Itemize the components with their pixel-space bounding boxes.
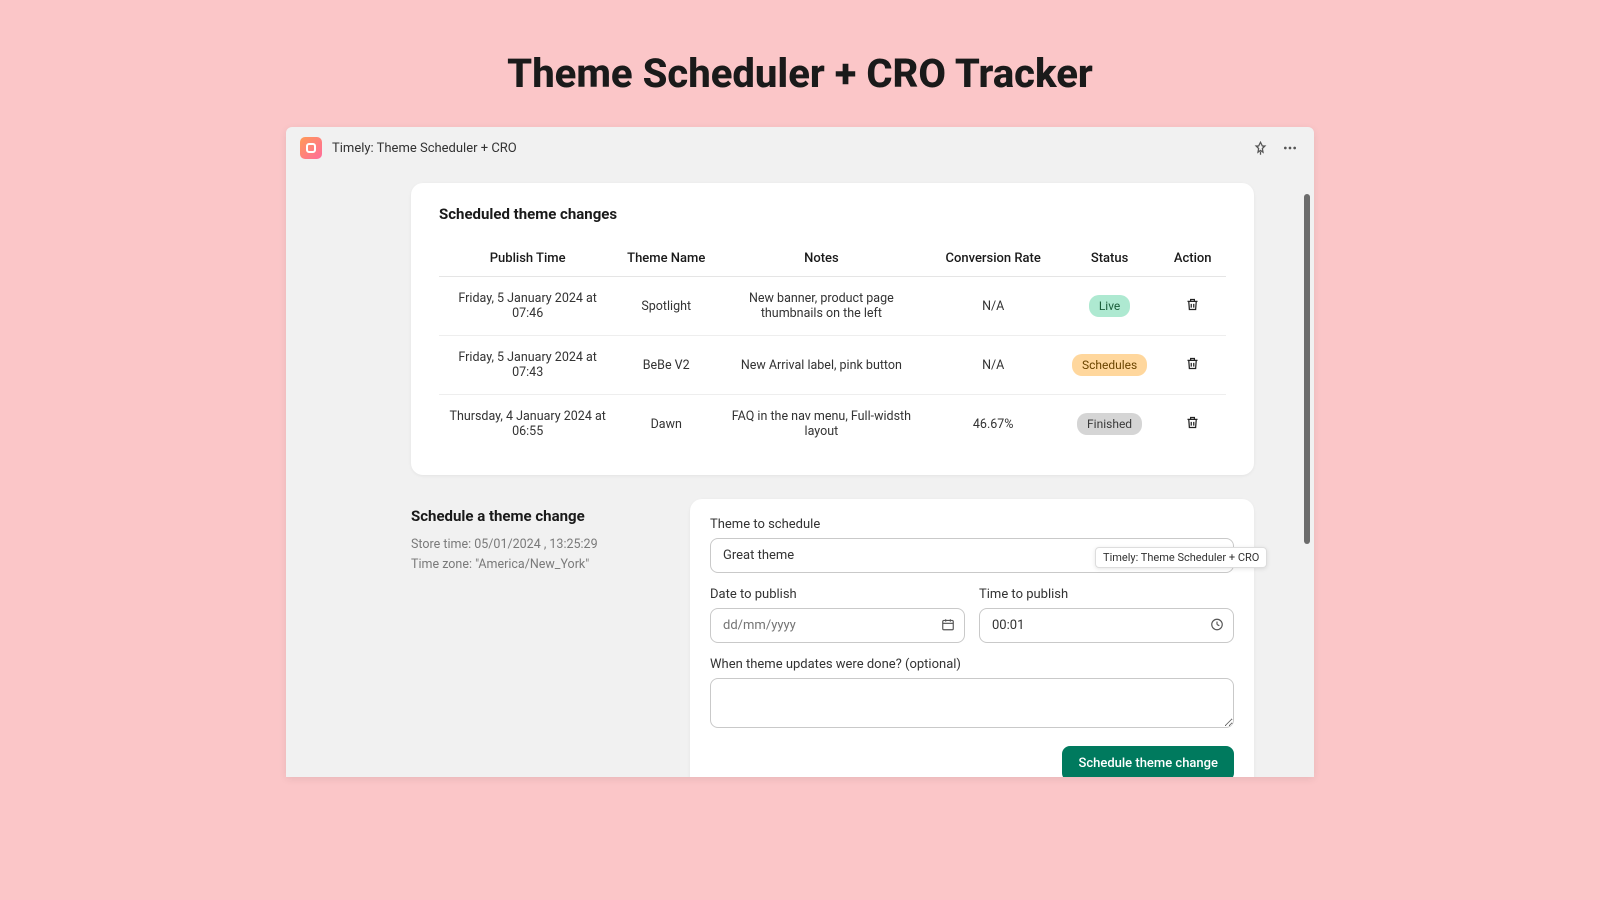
cell-status: Finished xyxy=(1060,395,1160,454)
card-title: Scheduled theme changes xyxy=(439,205,1226,223)
tooltip: Timely: Theme Scheduler + CRO xyxy=(1095,547,1267,568)
date-input-label: Date to publish xyxy=(710,587,965,602)
schedule-info: Schedule a theme change Store time: 05/0… xyxy=(411,499,666,575)
cell-action xyxy=(1159,336,1226,395)
scrollbar[interactable] xyxy=(1304,194,1310,544)
col-status: Status xyxy=(1060,241,1160,277)
col-conversion-rate: Conversion Rate xyxy=(927,241,1060,277)
cell-publish-time: Friday, 5 January 2024 at 07:43 xyxy=(439,336,616,395)
more-icon[interactable] xyxy=(1280,138,1300,158)
col-notes: Notes xyxy=(716,241,927,277)
cell-rate: N/A xyxy=(927,336,1060,395)
app-body: Scheduled theme changes Publish Time The… xyxy=(286,169,1314,777)
theme-select-label: Theme to schedule xyxy=(710,517,1234,532)
cell-action xyxy=(1159,395,1226,454)
pin-icon[interactable] xyxy=(1250,138,1270,158)
schedule-info-title: Schedule a theme change xyxy=(411,507,666,525)
cell-status: Schedules xyxy=(1060,336,1160,395)
schedule-form-card: Theme to schedule Great theme ▴▾ Date to… xyxy=(690,499,1254,777)
page-title: Theme Scheduler + CRO Tracker xyxy=(0,0,1600,127)
cell-rate: 46.67% xyxy=(927,395,1060,454)
app-window: Timely: Theme Scheduler + CRO Scheduled … xyxy=(286,127,1314,777)
store-time-label: Store time: 05/01/2024 , 13:25:29 xyxy=(411,535,666,555)
col-theme-name: Theme Name xyxy=(616,241,716,277)
schedule-submit-button[interactable]: Schedule theme change xyxy=(1062,746,1234,777)
status-badge: Live xyxy=(1089,295,1130,317)
time-input[interactable] xyxy=(979,608,1234,643)
scheduled-changes-card: Scheduled theme changes Publish Time The… xyxy=(411,183,1254,475)
cell-notes: New banner, product page thumbnails on t… xyxy=(716,277,927,336)
timezone-label: Time zone: "America/New_York" xyxy=(411,555,666,575)
table-row: Friday, 5 January 2024 at 07:43BeBe V2Ne… xyxy=(439,336,1226,395)
app-logo-icon xyxy=(300,137,322,159)
app-name-label: Timely: Theme Scheduler + CRO xyxy=(332,141,1240,156)
cell-publish-time: Friday, 5 January 2024 at 07:46 xyxy=(439,277,616,336)
cell-publish-time: Thursday, 4 January 2024 at 06:55 xyxy=(439,395,616,454)
table-row: Thursday, 4 January 2024 at 06:55DawnFAQ… xyxy=(439,395,1226,454)
cell-notes: FAQ in the nav menu, Full-widsth layout xyxy=(716,395,927,454)
time-input-label: Time to publish xyxy=(979,587,1234,602)
table-row: Friday, 5 January 2024 at 07:46Spotlight… xyxy=(439,277,1226,336)
notes-textarea[interactable] xyxy=(710,678,1234,728)
col-publish-time: Publish Time xyxy=(439,241,616,277)
cell-theme: Spotlight xyxy=(616,277,716,336)
trash-icon[interactable] xyxy=(1185,419,1200,434)
schedule-table: Publish Time Theme Name Notes Conversion… xyxy=(439,241,1226,453)
app-header: Timely: Theme Scheduler + CRO xyxy=(286,127,1314,169)
date-input[interactable] xyxy=(710,608,965,643)
col-action: Action xyxy=(1159,241,1226,277)
cell-action xyxy=(1159,277,1226,336)
trash-icon[interactable] xyxy=(1185,301,1200,316)
cell-notes: New Arrival label, pink button xyxy=(716,336,927,395)
cell-theme: Dawn xyxy=(616,395,716,454)
status-badge: Schedules xyxy=(1072,354,1147,376)
notes-textarea-label: When theme updates were done? (optional) xyxy=(710,657,1234,672)
cell-rate: N/A xyxy=(927,277,1060,336)
cell-theme: BeBe V2 xyxy=(616,336,716,395)
cell-status: Live xyxy=(1060,277,1160,336)
trash-icon[interactable] xyxy=(1185,360,1200,375)
status-badge: Finished xyxy=(1077,413,1142,435)
